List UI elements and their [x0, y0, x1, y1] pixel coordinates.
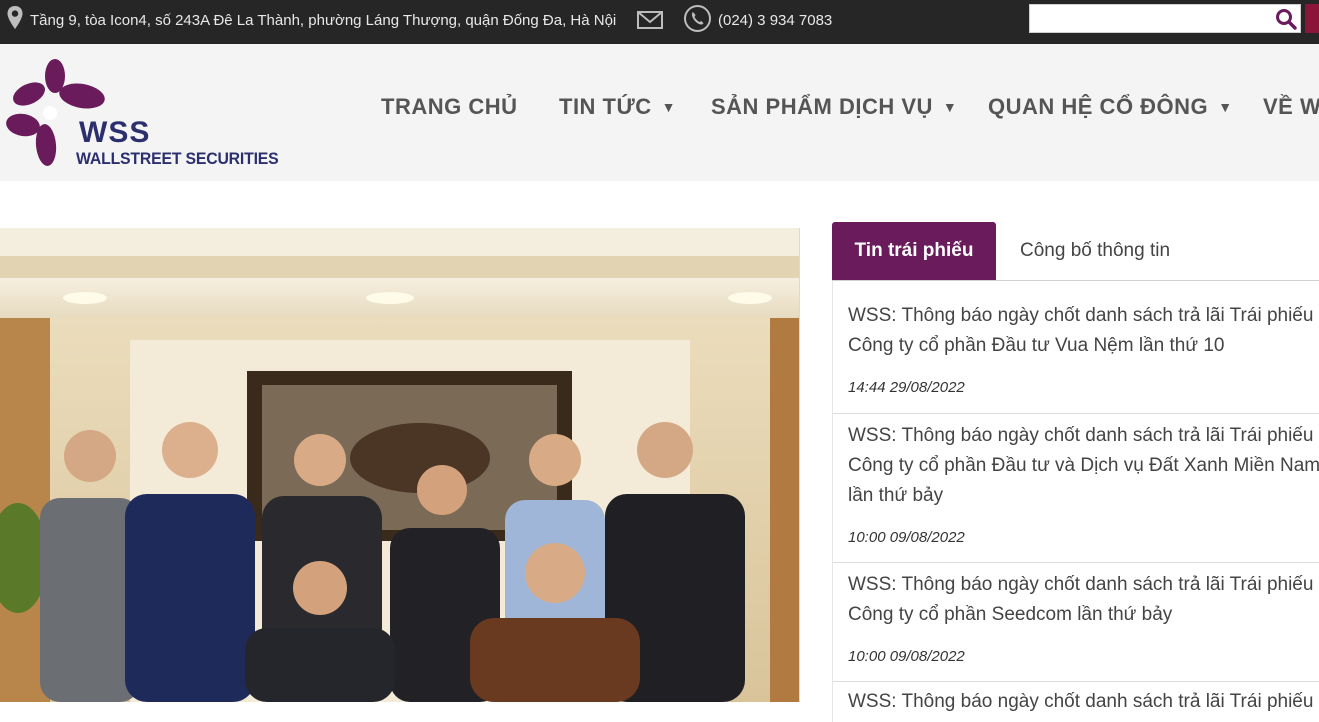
- address-info: Tầng 9, tòa Icon4, số 243A Đê La Thành, …: [6, 0, 616, 40]
- news-tabs: Tin trái phiếu Công bố thông tin: [832, 222, 1319, 281]
- nav-label: QUAN HỆ CỔ ĐÔNG: [988, 94, 1209, 119]
- tab-label: Tin trái phiếu: [854, 240, 974, 261]
- search-icon[interactable]: [1275, 8, 1297, 34]
- nav-label: SẢN PHẨM DỊCH VỤ: [711, 94, 933, 119]
- main-nav: TRANG CHỦ TIN TỨC ▼ SẢN PHẨM DỊCH VỤ ▼ Q…: [0, 92, 1319, 122]
- map-pin-icon: [6, 5, 24, 35]
- search-input[interactable]: [1034, 6, 1278, 33]
- nav-label: TIN TỨC: [559, 94, 652, 119]
- news-title-line[interactable]: Công ty cổ phần Đầu tư và Dịch vụ Đất Xa…: [848, 451, 1319, 481]
- topbar-accent: [1305, 4, 1319, 33]
- caret-down-icon: ▼: [942, 99, 958, 115]
- address-text: Tầng 9, tòa Icon4, số 243A Đê La Thành, …: [30, 11, 617, 29]
- phone-info[interactable]: (024) 3 934 7083: [683, 0, 832, 40]
- nav-item-home[interactable]: TRANG CHỦ: [381, 92, 518, 122]
- group-photo-image: [0, 228, 799, 702]
- news-title-line[interactable]: lần thứ bảy: [848, 481, 1319, 511]
- nav-item-news[interactable]: TIN TỨC ▼: [559, 92, 676, 122]
- nav-item-about[interactable]: VỀ W: [1263, 92, 1319, 122]
- news-timestamp: 14:44 29/08/2022: [848, 379, 965, 396]
- caret-down-icon: ▼: [1218, 99, 1233, 115]
- logo-subtitle: WALLSTREET SECURITIES: [76, 149, 279, 168]
- news-item[interactable]: WSS: Thông báo ngày chốt danh sách trả l…: [833, 682, 1319, 722]
- top-bar: Tầng 9, tòa Icon4, số 243A Đê La Thành, …: [0, 0, 1319, 44]
- news-item[interactable]: WSS: Thông báo ngày chốt danh sách trả l…: [833, 281, 1319, 414]
- news-item[interactable]: WSS: Thông báo ngày chốt danh sách trả l…: [833, 414, 1319, 563]
- news-title-line[interactable]: WSS: Thông báo ngày chốt danh sách trả l…: [848, 301, 1319, 331]
- news-title-line[interactable]: Công ty cổ phần Đầu tư Vua Nệm lần thứ 1…: [848, 331, 1319, 361]
- news-title-line[interactable]: WSS: Thông báo ngày chốt danh sách trả l…: [848, 687, 1319, 717]
- nav-item-investor-relations[interactable]: QUAN HỆ CỔ ĐÔNG ▼: [988, 92, 1233, 122]
- photo-divider: [799, 228, 800, 702]
- phone-icon: [683, 4, 712, 37]
- news-title-line[interactable]: WSS: Thông báo ngày chốt danh sách trả l…: [848, 421, 1319, 451]
- caret-down-icon: ▼: [661, 99, 676, 115]
- nav-item-products-services[interactable]: SẢN PHẨM DỊCH VỤ ▼: [711, 92, 957, 122]
- hero-photo[interactable]: [0, 228, 799, 702]
- news-panel: Tin trái phiếu Công bố thông tin WSS: Th…: [832, 222, 1319, 722]
- phone-number: (024) 3 934 7083: [718, 11, 833, 29]
- news-timestamp: 10:00 09/08/2022: [848, 529, 965, 546]
- envelope-icon[interactable]: [636, 0, 664, 40]
- tab-disclosure[interactable]: Công bố thông tin: [1020, 222, 1170, 280]
- tab-bond-news[interactable]: Tin trái phiếu: [832, 222, 996, 280]
- site-header: WSS WALLSTREET SECURITIES TRANG CHỦ TIN …: [0, 44, 1319, 181]
- news-list: WSS: Thông báo ngày chốt danh sách trả l…: [832, 281, 1319, 722]
- news-title-line[interactable]: WSS: Thông báo ngày chốt danh sách trả l…: [848, 570, 1319, 600]
- search-box: [1029, 4, 1301, 33]
- nav-label: VỀ W: [1263, 94, 1319, 119]
- tab-label: Công bố thông tin: [1020, 240, 1171, 261]
- nav-label: TRANG CHỦ: [381, 94, 518, 119]
- news-item[interactable]: WSS: Thông báo ngày chốt danh sách trả l…: [833, 563, 1319, 682]
- news-timestamp: 10:00 09/08/2022: [848, 648, 965, 665]
- news-title-line[interactable]: Công ty cổ phần Seedcom lần thứ bảy: [848, 600, 1319, 630]
